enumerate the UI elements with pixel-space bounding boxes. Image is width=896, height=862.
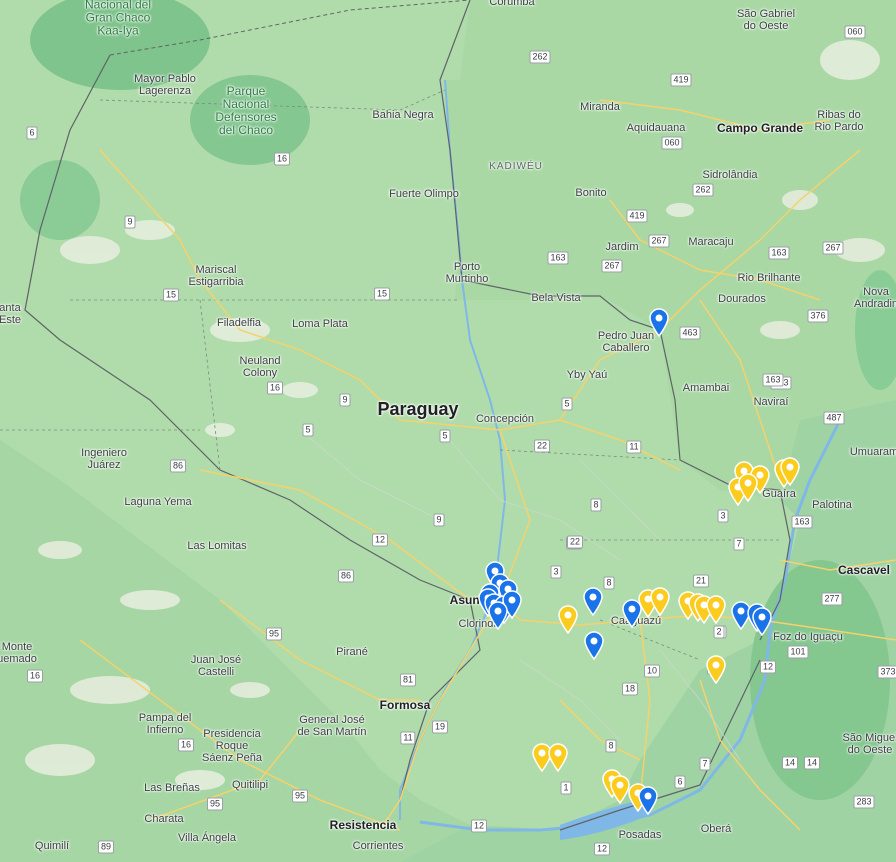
route-shield: 15 bbox=[162, 288, 180, 302]
route-shield: 060 bbox=[661, 136, 683, 150]
route-shield: 22 bbox=[533, 439, 551, 453]
route-shield: 7 bbox=[733, 537, 745, 551]
route-shield: 2 bbox=[713, 625, 725, 639]
route-shield: 6 bbox=[26, 126, 38, 140]
route-shield: 16 bbox=[266, 381, 284, 395]
route-shield: 16 bbox=[273, 152, 291, 166]
route-shield: 16 bbox=[177, 738, 195, 752]
route-shield: 86 bbox=[337, 569, 355, 583]
route-shield: 81 bbox=[399, 673, 417, 687]
route-shield: 5 bbox=[561, 397, 573, 411]
route-shield: 7 bbox=[699, 757, 711, 771]
map-marker-yellow[interactable] bbox=[705, 594, 727, 625]
route-shield: 15 bbox=[373, 287, 391, 301]
route-shield: 8 bbox=[590, 498, 602, 512]
map-marker-yellow[interactable] bbox=[557, 604, 579, 635]
route-shield: 419 bbox=[670, 73, 692, 87]
map-marker-blue[interactable] bbox=[751, 606, 773, 637]
map-marker-blue[interactable] bbox=[487, 600, 509, 631]
route-shield: 89 bbox=[97, 840, 115, 854]
route-shield: 5 bbox=[302, 423, 314, 437]
route-shield: 12 bbox=[470, 819, 488, 833]
route-shield: 283 bbox=[853, 795, 875, 809]
route-shield: 262 bbox=[529, 50, 551, 64]
route-shield: 9 bbox=[433, 513, 445, 527]
route-shield: 376 bbox=[807, 309, 829, 323]
route-shield: 19 bbox=[431, 720, 449, 734]
route-shield: 12 bbox=[371, 533, 389, 547]
route-shield: 5 bbox=[439, 429, 451, 443]
route-shield: 277 bbox=[821, 592, 843, 606]
route-shield: 419 bbox=[626, 209, 648, 223]
route-shield: 21 bbox=[692, 574, 710, 588]
route-shield: 101 bbox=[787, 645, 809, 659]
route-shield: 163 bbox=[547, 251, 569, 265]
map-canvas[interactable]: Nacional del Gran Chaco Kaa-Iya Mayor Pab… bbox=[0, 0, 896, 862]
route-shield: 12 bbox=[593, 842, 611, 856]
route-shield: 12 bbox=[759, 660, 777, 674]
map-marker-yellow[interactable] bbox=[779, 456, 801, 487]
route-shield: 3 bbox=[717, 509, 729, 523]
map-marker-blue[interactable] bbox=[582, 586, 604, 617]
map-marker-blue[interactable] bbox=[621, 598, 643, 629]
route-shield: 267 bbox=[601, 259, 623, 273]
map-marker-yellow[interactable] bbox=[649, 586, 671, 617]
route-shield: 1 bbox=[560, 781, 572, 795]
route-shield: 487 bbox=[823, 411, 845, 425]
map-marker-yellow[interactable] bbox=[547, 742, 569, 773]
route-shield: 463 bbox=[679, 326, 701, 340]
map-marker-blue[interactable] bbox=[583, 630, 605, 661]
map-marker-yellow[interactable] bbox=[737, 472, 759, 503]
route-shield: 9 bbox=[124, 215, 136, 229]
route-shield: 14 bbox=[803, 756, 821, 770]
route-shield: 22 bbox=[566, 535, 584, 549]
route-shield: 3 bbox=[550, 565, 562, 579]
route-shield: 16 bbox=[26, 669, 44, 683]
route-shield: 11 bbox=[400, 731, 416, 745]
route-shield: 262 bbox=[692, 183, 714, 197]
route-shield: 060 bbox=[844, 25, 866, 39]
route-shield: 18 bbox=[621, 682, 639, 696]
map-marker-yellow[interactable] bbox=[705, 654, 727, 685]
route-shield: 6 bbox=[674, 775, 686, 789]
route-shield: 163 bbox=[762, 373, 784, 387]
route-shield: 95 bbox=[206, 797, 224, 811]
route-shield: 8 bbox=[603, 576, 615, 590]
route-shield: 163 bbox=[791, 515, 813, 529]
map-marker-blue[interactable] bbox=[637, 785, 659, 816]
route-shield: 86 bbox=[169, 459, 187, 473]
map-marker-blue[interactable] bbox=[648, 307, 670, 338]
route-shield: 11 bbox=[626, 440, 642, 454]
route-shield: 14 bbox=[781, 756, 799, 770]
route-shield: 95 bbox=[265, 627, 283, 641]
route-shield: 373 bbox=[877, 665, 896, 679]
route-shield: 267 bbox=[822, 241, 844, 255]
route-shield: 9 bbox=[339, 393, 351, 407]
route-shield: 163 bbox=[768, 246, 790, 260]
route-shield: 267 bbox=[648, 234, 670, 248]
route-shield: 95 bbox=[291, 789, 309, 803]
route-shield: 8 bbox=[605, 739, 617, 753]
route-shield: 10 bbox=[643, 664, 661, 678]
